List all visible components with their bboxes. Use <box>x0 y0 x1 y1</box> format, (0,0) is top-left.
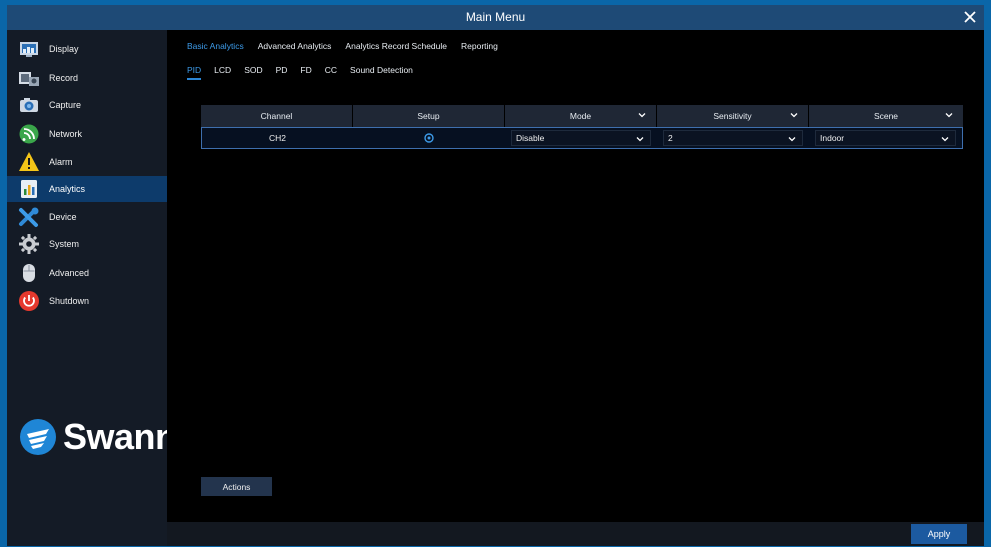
table-row[interactable]: CH2 Disable 2 Indoor <box>201 127 963 149</box>
warning-icon <box>19 152 39 171</box>
subtab-cc[interactable]: CC <box>325 65 337 80</box>
sidebar: Display Record Capture Network Alarm Ana… <box>7 30 177 546</box>
sensitivity-select[interactable]: 2 <box>663 130 803 146</box>
tab-basic-analytics[interactable]: Basic Analytics <box>187 41 244 51</box>
sidebar-item-analytics[interactable]: Analytics <box>7 176 167 202</box>
subtab-lcd[interactable]: LCD <box>214 65 231 80</box>
subtab-fd[interactable]: FD <box>300 65 311 80</box>
window-title: Main Menu <box>465 10 526 24</box>
sidebar-item-label: Device <box>49 212 77 222</box>
sidebar-item-label: Record <box>49 73 79 83</box>
swann-logo: Swann <box>19 416 177 458</box>
column-header-label: Channel <box>260 111 293 121</box>
mouse-icon <box>23 264 35 282</box>
footer-bar: Apply <box>167 522 984 546</box>
column-header-label: Setup <box>417 111 440 121</box>
setup-gear-icon[interactable] <box>424 133 434 143</box>
tab-advanced-analytics[interactable]: Advanced Analytics <box>258 41 332 51</box>
column-header-scene[interactable]: Scene <box>809 105 963 127</box>
sensitivity-cell: 2 <box>657 128 809 148</box>
power-icon <box>19 291 39 311</box>
detection-subtabs: PID LCD SOD PD FD CC Sound Detection <box>187 65 426 80</box>
subtab-pid[interactable]: PID <box>187 65 202 80</box>
column-header-sensitivity[interactable]: Sensitivity <box>657 105 809 127</box>
subtab-pd[interactable]: PD <box>276 65 288 80</box>
network-icon <box>19 124 39 144</box>
setup-cell <box>353 128 505 148</box>
tab-analytics-record-schedule[interactable]: Analytics Record Schedule <box>345 41 447 51</box>
scene-cell: Indoor <box>809 128 962 148</box>
scene-select[interactable]: Indoor <box>815 130 956 146</box>
sensitivity-value: 2 <box>668 133 673 143</box>
sidebar-item-device[interactable]: Device <box>7 204 167 230</box>
analytics-tabs: Basic Analytics Advanced Analytics Analy… <box>187 41 512 51</box>
chevron-down-icon[interactable] <box>945 111 953 119</box>
column-header-label: Mode <box>569 111 592 121</box>
sidebar-item-advanced[interactable]: Advanced <box>7 260 167 286</box>
sidebar-item-label: System <box>49 239 80 249</box>
analytics-icon <box>21 180 37 198</box>
sidebar-item-alarm[interactable]: Alarm <box>7 149 167 175</box>
column-header-label: Scene <box>873 111 899 121</box>
title-bar: Main Menu <box>7 5 984 30</box>
channel-value: CH2 <box>268 133 286 143</box>
gear-icon <box>19 234 39 254</box>
sidebar-item-label: Advanced <box>49 268 90 278</box>
chevron-down-icon <box>636 137 644 142</box>
sidebar-item-system[interactable]: System <box>7 231 167 257</box>
tools-icon <box>19 207 39 227</box>
subtab-sound-detection[interactable]: Sound Detection <box>350 65 413 80</box>
mode-select[interactable]: Disable <box>511 130 651 146</box>
sidebar-item-display[interactable]: Display <box>7 36 167 62</box>
mode-value: Disable <box>516 133 545 143</box>
monitor-icon <box>20 42 38 57</box>
channel-cell: CH2 <box>202 128 353 148</box>
sidebar-item-network[interactable]: Network <box>7 121 167 147</box>
camera-icon <box>20 98 38 112</box>
column-header-label: Sensitivity <box>713 111 752 121</box>
sidebar-item-label: Display <box>49 44 79 54</box>
close-icon[interactable] <box>962 9 978 25</box>
pid-settings-table: Channel Setup Mode Sensitivity Scene CH2… <box>201 105 963 149</box>
tab-reporting[interactable]: Reporting <box>461 41 498 51</box>
mode-cell: Disable <box>505 128 657 148</box>
sidebar-item-label: Network <box>49 129 83 139</box>
sidebar-item-label: Analytics <box>49 184 86 194</box>
scene-value: Indoor <box>820 133 845 143</box>
swann-logo-icon <box>20 419 56 455</box>
sidebar-item-shutdown[interactable]: Shutdown <box>7 288 167 314</box>
table-header: Channel Setup Mode Sensitivity Scene <box>201 105 963 127</box>
record-icon <box>19 72 39 86</box>
sidebar-item-label: Capture <box>49 100 82 110</box>
content-area: Basic Analytics Advanced Analytics Analy… <box>167 30 984 546</box>
sidebar-item-label: Alarm <box>49 157 73 167</box>
sidebar-item-label: Shutdown <box>49 296 90 306</box>
main-menu-window: Main Menu Display Record Capture Network… <box>7 5 984 546</box>
sidebar-item-record[interactable]: Record <box>7 65 167 91</box>
column-header-setup: Setup <box>353 105 505 127</box>
subtab-sod[interactable]: SOD <box>244 65 262 80</box>
chevron-down-icon[interactable] <box>638 111 646 119</box>
brand-name: Swann <box>63 416 177 457</box>
actions-button[interactable]: Actions <box>201 477 272 496</box>
chevron-down-icon[interactable] <box>790 111 798 119</box>
column-header-channel: Channel <box>201 105 353 127</box>
apply-button[interactable]: Apply <box>911 524 967 544</box>
sidebar-item-capture[interactable]: Capture <box>7 92 167 118</box>
column-header-mode[interactable]: Mode <box>505 105 657 127</box>
chevron-down-icon <box>941 137 949 142</box>
chevron-down-icon <box>788 137 796 142</box>
